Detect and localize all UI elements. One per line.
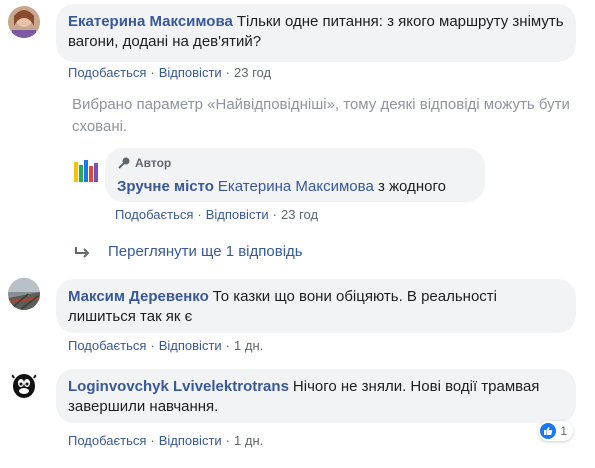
reply-button[interactable]: Відповісти bbox=[159, 338, 222, 353]
comment-time[interactable]: 1 дн. bbox=[234, 338, 263, 353]
comment-actions: Подобається · Відповісти · 23 год bbox=[68, 65, 272, 80]
comment-author[interactable]: Зручне місто bbox=[117, 178, 214, 195]
comment-bubble: Автор Зручне місто Екатерина Максимова з … bbox=[105, 148, 485, 202]
comment-thread: Екатерина Максимова Тільки одне питання: … bbox=[0, 0, 595, 468]
comment-author[interactable]: Максим Деревенко bbox=[68, 288, 209, 305]
like-reaction-icon bbox=[540, 423, 557, 439]
like-button[interactable]: Подобається bbox=[68, 65, 146, 80]
comment-bubble: Екатерина Максимова Тільки одне питання: … bbox=[56, 4, 576, 62]
comment-bubble: Максим Деревенко То казки що вони обіцяют… bbox=[56, 279, 576, 333]
comment-time[interactable]: 23 год bbox=[234, 65, 271, 80]
mention-link[interactable]: Екатерина Максимова bbox=[218, 178, 374, 195]
avatar[interactable] bbox=[70, 156, 102, 188]
comment-time[interactable]: 23 год bbox=[281, 207, 318, 222]
filter-notice: Вибрано параметр «Найвідповідніші», тому… bbox=[72, 96, 570, 135]
comment-author[interactable]: Loginvovchyk Lvivelektrotrans bbox=[68, 378, 289, 395]
reply-button[interactable]: Відповісти bbox=[206, 207, 269, 222]
comment-bubble: Loginvovchyk Lvivelektrotrans Нічого не з… bbox=[56, 369, 576, 423]
avatar[interactable] bbox=[8, 278, 40, 310]
avatar[interactable] bbox=[8, 370, 40, 402]
reply-button[interactable]: Відповісти bbox=[159, 433, 222, 448]
reaction-count: 1 bbox=[560, 424, 567, 438]
comment-time[interactable]: 1 дн. bbox=[234, 433, 263, 448]
microphone-icon bbox=[118, 157, 130, 169]
like-button[interactable]: Подобається bbox=[68, 338, 146, 353]
comment-text: з жодного bbox=[377, 178, 446, 195]
like-button[interactable]: Подобається bbox=[68, 433, 146, 448]
reply-button[interactable]: Відповісти bbox=[159, 65, 222, 80]
comment-actions: Подобається · Відповісти · 23 год bbox=[115, 207, 319, 222]
view-more-replies-link[interactable]: Переглянути ще 1 відповідь bbox=[74, 243, 303, 260]
comment-actions: Подобається · Відповісти · 1 дн. bbox=[68, 433, 264, 448]
avatar[interactable] bbox=[8, 6, 40, 38]
reply-arrow-icon bbox=[75, 246, 90, 258]
reaction-counter[interactable]: 1 bbox=[538, 421, 573, 441]
comment-author[interactable]: Екатерина Максимова bbox=[68, 13, 233, 30]
comment-actions: Подобається · Відповісти · 1 дн. bbox=[68, 338, 264, 353]
author-badge: Автор bbox=[117, 153, 473, 173]
like-button[interactable]: Подобається bbox=[115, 207, 193, 222]
